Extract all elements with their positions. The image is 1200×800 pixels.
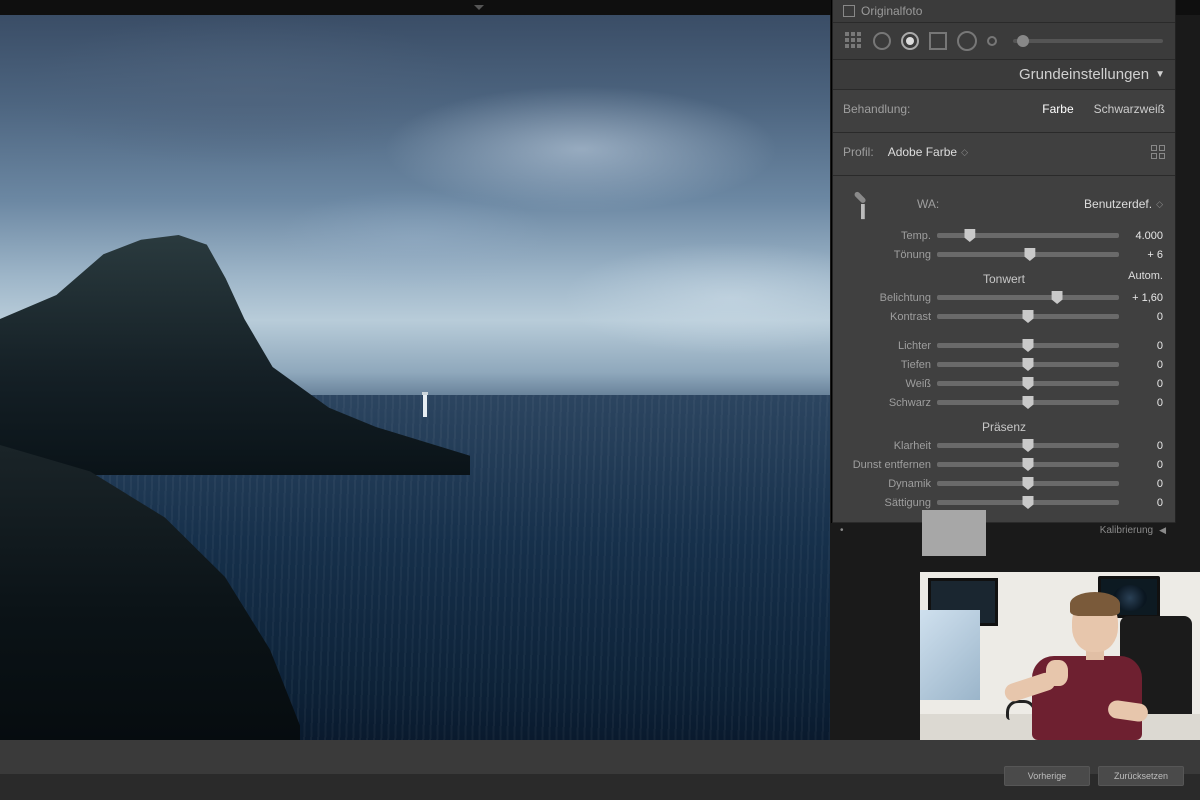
local-adjust-toolstrip [833, 23, 1175, 60]
slider-clarity[interactable]: Klarheit 0 [833, 436, 1175, 455]
treatment-label: Behandlung: [843, 102, 910, 116]
slider-exposure[interactable]: Belichtung + 1,60 [833, 288, 1175, 307]
eyedropper-icon[interactable] [838, 181, 883, 226]
navigator-thumbnail[interactable] [922, 510, 986, 556]
auto-tone-button[interactable]: Autom. [1128, 270, 1163, 282]
radial-filter-icon[interactable] [957, 31, 977, 51]
calibration-panel-header[interactable]: • Kalibrierung ◀ [832, 520, 1176, 540]
spot-removal-icon[interactable] [873, 32, 891, 50]
develop-panel: Originalfoto Grundeinstellungen ▼ Behand… [832, 0, 1176, 523]
presence-group-title: Präsenz [833, 412, 1175, 436]
webcam-presenter [1012, 590, 1152, 740]
wb-dropdown-icon[interactable]: ◇ [1156, 199, 1163, 210]
wb-value[interactable]: Benutzerdef. [1084, 197, 1152, 211]
preview-lighthouse [423, 395, 427, 417]
brush-size-slider[interactable] [1013, 39, 1163, 43]
tone-group-title: Tonwert Autom. [833, 264, 1175, 288]
treatment-bw[interactable]: Schwarzweiß [1094, 102, 1165, 116]
photo-preview[interactable] [0, 15, 830, 760]
slider-contrast[interactable]: Kontrast 0 [833, 307, 1175, 326]
calibration-label: Kalibrierung [1100, 525, 1153, 536]
slider-highlights[interactable]: Lichter 0 [833, 336, 1175, 355]
wb-label: WA: [917, 197, 939, 211]
bottom-bar: Vorherige Zurücksetzen [0, 740, 1200, 800]
brush-size-icon [987, 36, 997, 46]
webcam-monitor [920, 610, 980, 700]
previous-button[interactable]: Vorherige [1004, 766, 1090, 786]
crop-tool-icon[interactable] [845, 32, 863, 50]
profile-label: Profil: [843, 145, 874, 159]
profile-dropdown-icon[interactable]: ◇ [961, 147, 968, 158]
graduated-filter-icon[interactable] [929, 32, 947, 50]
slider-blacks[interactable]: Schwarz 0 [833, 393, 1175, 412]
panel-switch-icon[interactable]: • [840, 525, 844, 536]
slider-tint[interactable]: Tönung + 6 [833, 245, 1175, 264]
slider-whites[interactable]: Weiß 0 [833, 374, 1175, 393]
collapse-icon[interactable]: ▼ [1155, 69, 1165, 80]
slider-dehaze[interactable]: Dunst entfernen 0 [833, 455, 1175, 474]
profile-value[interactable]: Adobe Farbe [888, 145, 957, 159]
originalfoto-label: Originalfoto [861, 4, 922, 18]
slider-saturation[interactable]: Sättigung 0 [833, 493, 1175, 512]
reset-button[interactable]: Zurücksetzen [1098, 766, 1184, 786]
redeye-tool-icon[interactable] [901, 32, 919, 50]
profile-browser-icon[interactable] [1151, 145, 1165, 159]
basic-panel-header[interactable]: Grundeinstellungen ▼ [833, 60, 1175, 90]
slider-temp[interactable]: Temp. 4.000 [833, 226, 1175, 245]
preview-cliff [0, 235, 470, 475]
slider-vibrance[interactable]: Dynamik 0 [833, 474, 1175, 493]
slider-shadows[interactable]: Tiefen 0 [833, 355, 1175, 374]
calibration-collapse-icon[interactable]: ◀ [1159, 525, 1166, 536]
presenter-webcam-overlay [920, 572, 1200, 740]
basic-panel-title: Grundeinstellungen [1019, 66, 1149, 83]
checkbox-icon[interactable] [843, 5, 855, 17]
originalfoto-toggle[interactable]: Originalfoto [833, 0, 1175, 23]
treatment-color[interactable]: Farbe [1042, 102, 1073, 116]
